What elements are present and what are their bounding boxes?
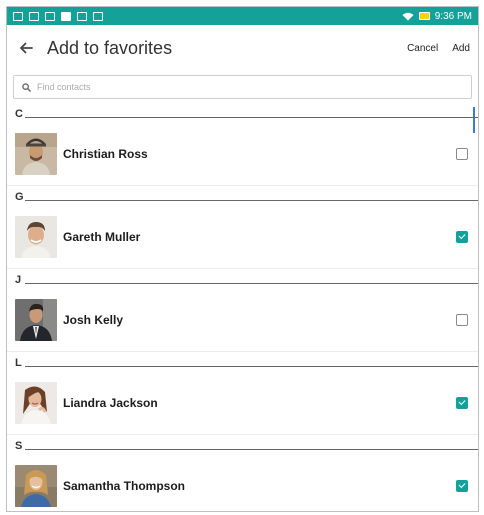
section-header-c: C <box>7 103 478 121</box>
contact-name: Liandra Jackson <box>63 395 158 410</box>
favorite-checkbox[interactable] <box>456 479 468 492</box>
contact-name: Josh Kelly <box>63 312 124 327</box>
status-bar: 9:36 PM <box>7 7 478 25</box>
battery-icon <box>418 12 430 20</box>
contact-list: C Christian Ross G Gareth Muller J Josh … <box>7 103 478 511</box>
add-button[interactable]: Add <box>452 43 470 54</box>
wifi-icon <box>402 12 414 20</box>
section-divider <box>25 200 478 201</box>
section-letter: L <box>15 357 22 369</box>
section-letter: J <box>15 274 22 286</box>
contact-name: Gareth Muller <box>63 229 141 244</box>
calendar-icon <box>77 11 87 21</box>
section-letter: G <box>15 191 24 203</box>
section-header-l: L <box>7 352 478 370</box>
section-header-s: S <box>7 435 478 453</box>
contact-row[interactable]: Josh Kelly <box>7 287 478 352</box>
contact-row[interactable]: Samantha Thompson <box>7 453 478 511</box>
notification-icon <box>13 11 23 21</box>
cloud-icon <box>61 11 71 21</box>
contact-row[interactable]: Gareth Muller <box>7 204 478 269</box>
search-icon <box>22 82 31 92</box>
section-divider <box>25 366 478 367</box>
avatar <box>15 215 57 258</box>
status-right: 9:36 PM <box>402 11 472 22</box>
search-input[interactable] <box>37 82 437 92</box>
favorite-checkbox[interactable] <box>456 147 468 160</box>
back-arrow-icon[interactable] <box>17 39 35 57</box>
avatar <box>15 132 57 175</box>
section-divider <box>25 283 478 284</box>
cancel-button[interactable]: Cancel <box>407 43 438 54</box>
section-header-g: G <box>7 186 478 204</box>
status-time: 9:36 PM <box>434 10 472 22</box>
status-icons <box>13 11 103 21</box>
photo-icon <box>93 11 103 21</box>
avatar <box>15 464 57 507</box>
contact-name: Christian Ross <box>63 146 148 161</box>
contact-name: Samantha Thompson <box>63 478 186 493</box>
contact-row[interactable]: Liandra Jackson <box>7 370 478 435</box>
section-letter: C <box>15 108 23 120</box>
image-icon <box>29 11 39 21</box>
favorite-checkbox[interactable] <box>456 396 468 409</box>
section-header-j: J <box>7 269 478 287</box>
section-divider <box>25 449 478 450</box>
screen-frame: 9:36 PM Add to favorites Cancel Add C <box>6 6 479 512</box>
section-letter: S <box>15 440 23 452</box>
search-bar[interactable] <box>13 75 472 99</box>
contact-row[interactable]: Christian Ross <box>7 121 478 186</box>
mail-icon <box>45 11 55 21</box>
page-title: Add to favorites <box>47 37 173 58</box>
avatar <box>15 381 57 424</box>
toolbar-actions: Cancel Add <box>407 43 470 54</box>
favorite-checkbox[interactable] <box>456 313 468 326</box>
toolbar: Add to favorites Cancel Add <box>7 25 478 71</box>
section-divider <box>25 117 478 118</box>
favorite-checkbox[interactable] <box>456 230 468 243</box>
avatar <box>15 298 57 341</box>
